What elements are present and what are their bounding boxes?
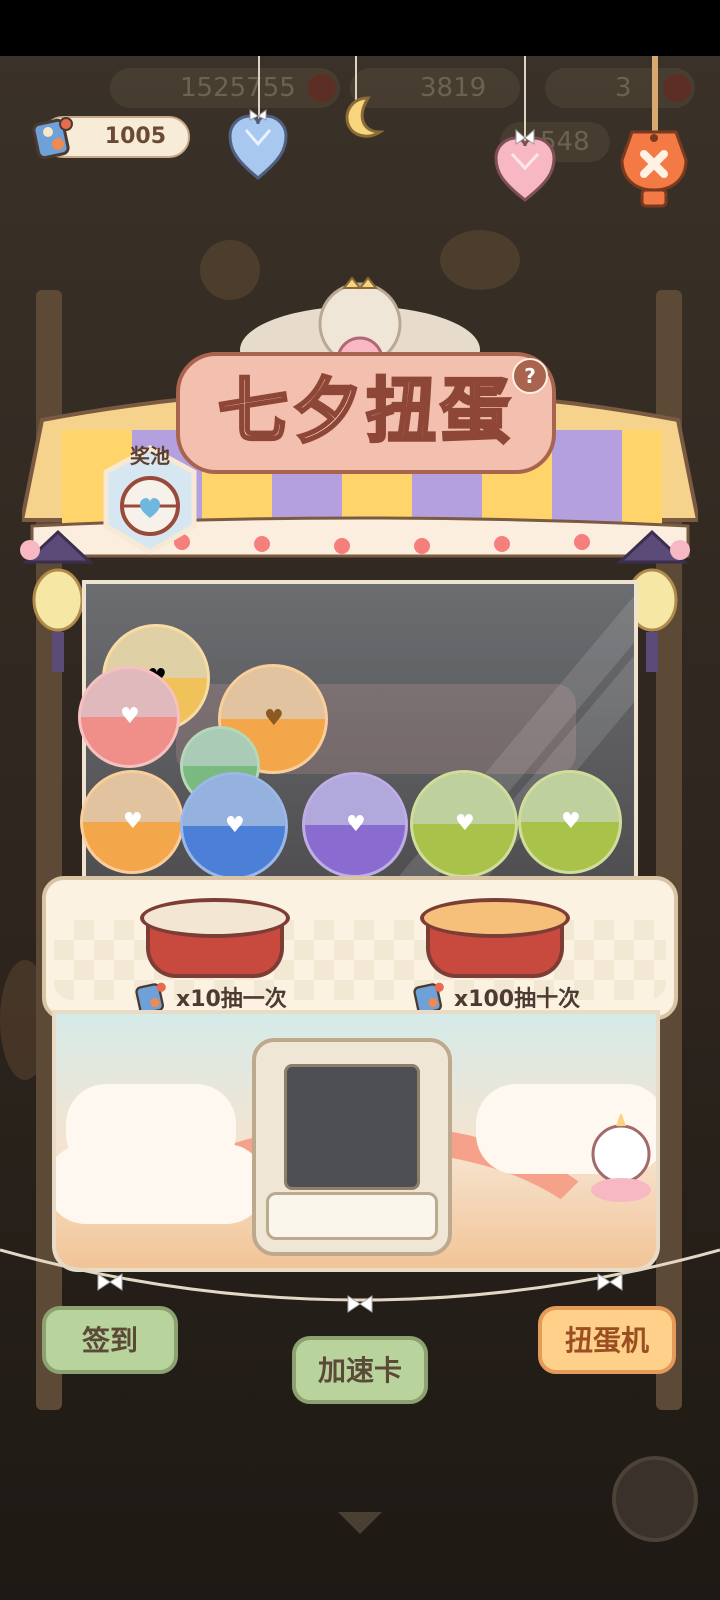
bg-coin-counter: 1525755 <box>110 68 340 108</box>
bg-item-counter: 3 <box>545 68 695 108</box>
capsule-chute[interactable] <box>252 1038 452 1256</box>
close-icon[interactable] <box>612 120 696 210</box>
draw-ten-label: x100抽十次 <box>454 987 581 1012</box>
sign-in-button[interactable]: 签到 <box>42 1306 178 1374</box>
capsule-ball: ♥ <box>518 770 622 874</box>
help-button[interactable]: ? <box>512 358 548 394</box>
moon-icon <box>345 96 385 138</box>
unicorn-cat-icon <box>591 1114 651 1202</box>
gacha-ticket-icon <box>32 117 73 160</box>
chute-opening <box>284 1064 420 1190</box>
speed-card-button[interactable]: 加速卡 <box>292 1336 428 1404</box>
prize-pool-button[interactable]: 奖池 <box>98 440 202 562</box>
capsule-ball: ♥ <box>78 666 180 768</box>
draw-once-label: x10抽一次 <box>176 987 287 1012</box>
capsule-ball: ♥ <box>410 770 518 878</box>
machine-title: 七夕扭蛋 <box>217 369 514 454</box>
help-icon: ? <box>524 364 536 388</box>
gacha-machine-button[interactable]: 扭蛋机 <box>538 1306 676 1374</box>
capsule-ball: ♥ <box>80 770 184 874</box>
blue-heart-icon <box>228 109 288 180</box>
collapse-arrow-icon[interactable] <box>338 1512 382 1534</box>
ticket-count: 1005 <box>104 124 166 149</box>
yarn-ball-icon <box>612 1456 698 1542</box>
capsule-ball: ♥ <box>302 772 408 878</box>
prize-pool-label: 奖池 <box>130 444 170 468</box>
cloud-decoration <box>56 1144 266 1224</box>
draw-once-button[interactable] <box>140 898 290 982</box>
capsule-ball: ♥ <box>180 772 288 880</box>
status-bar <box>0 0 720 56</box>
draw-ten-button[interactable] <box>420 898 570 982</box>
pink-heart-icon <box>494 128 556 202</box>
